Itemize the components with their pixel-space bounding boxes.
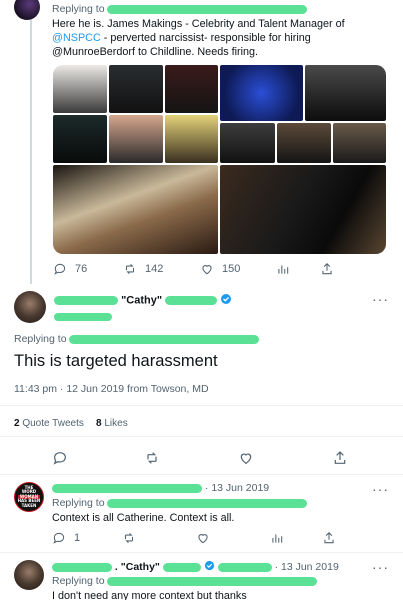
media-grid[interactable] <box>53 65 386 254</box>
photo[interactable] <box>109 115 163 163</box>
replying-to: Replying to <box>52 497 308 509</box>
views-button[interactable] <box>270 531 284 545</box>
retweet-button[interactable] <box>122 531 136 545</box>
share-button[interactable] <box>320 262 334 276</box>
tweet-text: Here he is. James Makings - Celebrity an… <box>52 18 345 58</box>
reply-icon <box>53 532 65 544</box>
photo[interactable] <box>277 123 331 163</box>
retweet-icon <box>125 263 135 275</box>
heart-icon <box>240 453 252 465</box>
analytics-icon <box>272 534 283 543</box>
author-name[interactable]: · 13 Jun 2019 <box>52 482 269 494</box>
photo[interactable] <box>305 65 386 121</box>
photo[interactable] <box>53 165 218 254</box>
replying-to: Replying to <box>52 3 308 15</box>
reply-icon <box>53 452 66 465</box>
photo[interactable] <box>53 115 107 163</box>
more-options-icon[interactable]: ··· <box>372 481 389 497</box>
avatar[interactable] <box>14 560 44 590</box>
like-button[interactable] <box>196 531 210 545</box>
reply-text: Context is all Catherine. Context is all… <box>52 512 235 524</box>
timestamp[interactable]: 11:43 pm · 12 Jun 2019 from Towson, MD <box>14 383 209 395</box>
more-options-icon[interactable]: ··· <box>372 291 389 307</box>
reply-button[interactable]: 1 <box>52 531 80 545</box>
share-icon <box>334 451 346 464</box>
likes-stat[interactable]: 8 Likes <box>96 418 128 429</box>
retweet-icon <box>147 452 157 464</box>
quote-tweets-stat[interactable]: 2 Quote Tweets <box>14 418 84 429</box>
heart-icon <box>198 534 208 544</box>
photo[interactable] <box>220 165 386 254</box>
avatar-text: THE WORD WOMAN HAS BEEN TAKEN <box>17 484 41 508</box>
verified-icon <box>204 560 215 574</box>
replying-to: Replying to <box>52 575 318 587</box>
like-button[interactable]: 150 <box>200 262 240 276</box>
retweet-button[interactable]: 142 <box>123 262 163 276</box>
main-tweet-text: This is targeted harassment <box>14 352 218 370</box>
author-name[interactable]: "Cathy" <box>54 293 232 308</box>
reply-text: I don't need any more context but thanks <box>52 590 247 600</box>
more-options-icon[interactable]: ··· <box>372 559 389 575</box>
photo[interactable] <box>165 65 218 113</box>
analytics-icon <box>278 265 289 274</box>
reply-button[interactable]: 76 <box>53 262 87 276</box>
verified-icon <box>220 293 232 308</box>
share-button[interactable] <box>322 531 336 545</box>
photo[interactable] <box>220 65 303 121</box>
thread-connector <box>30 14 32 284</box>
share-icon <box>324 532 334 544</box>
like-button[interactable] <box>238 450 254 466</box>
retweet-button[interactable] <box>144 450 160 466</box>
replying-to: Replying to <box>14 333 260 345</box>
views-button[interactable] <box>276 262 290 276</box>
photo[interactable] <box>109 65 163 113</box>
reply-button[interactable] <box>52 450 68 466</box>
reply-icon <box>54 263 66 275</box>
photo[interactable] <box>333 123 386 163</box>
share-icon <box>322 263 332 275</box>
photo[interactable] <box>53 65 107 113</box>
share-button[interactable] <box>332 450 348 466</box>
photo[interactable] <box>165 115 218 163</box>
author-handle[interactable] <box>54 308 112 326</box>
avatar[interactable] <box>14 0 40 20</box>
author-name[interactable]: . "Cathy" · 13 Jun 2019 <box>52 560 339 574</box>
photo[interactable] <box>220 123 275 163</box>
avatar[interactable]: THE WORD WOMAN HAS BEEN TAKEN <box>14 482 44 512</box>
heart-icon <box>202 265 212 275</box>
avatar[interactable] <box>14 291 46 323</box>
retweet-icon <box>124 532 134 544</box>
mention-link[interactable]: @NSPCC <box>52 32 101 44</box>
